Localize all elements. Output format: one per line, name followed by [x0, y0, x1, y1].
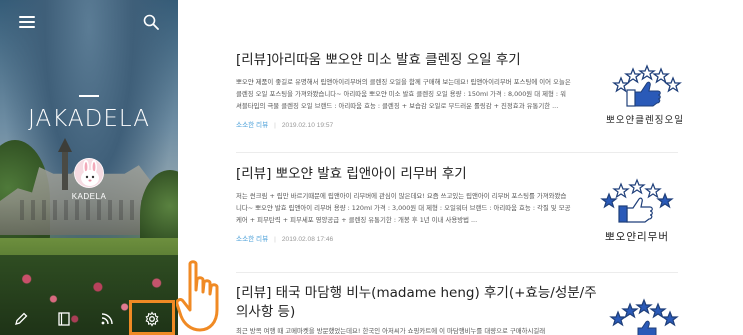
- blog-sidebar: JAKADELA KADELA: [0, 0, 178, 335]
- post-divider: [236, 272, 678, 273]
- thumbs-up-stars-icon: [609, 298, 679, 335]
- post-title[interactable]: [리뷰] 태국 마담행 비누(madame heng) 후기(+효능/성분/주의…: [236, 284, 606, 322]
- background-tower: [58, 138, 72, 190]
- post-thumbnail[interactable]: 뽀오얀클렌징오일: [605, 64, 685, 134]
- post-thumbnail[interactable]: [604, 298, 684, 335]
- settings-highlight-box: [129, 300, 175, 335]
- thumbs-up-stars-icon: [612, 64, 682, 107]
- thumbnail-caption: 뽀오얀클렌징오일: [606, 115, 684, 126]
- profile-name: KADELA: [71, 192, 107, 201]
- post-excerpt: 저는 썬크림 + 립만 바르기때문에 립앤아이 리무버에 관심이 많은데요! 요…: [236, 192, 571, 224]
- book-icon[interactable]: [56, 311, 72, 327]
- post-excerpt: 뽀오얀 제품이 좋길로 유명해서 립앤아이리무버의 클렌징 오일을 함께 구매해…: [236, 78, 571, 110]
- avatar[interactable]: [74, 158, 104, 188]
- thumbs-up-stars-icon: [600, 178, 674, 223]
- pencil-icon[interactable]: [13, 311, 29, 327]
- thumbnail-caption: 뽀오얀리무버: [605, 231, 669, 243]
- post-category[interactable]: 소소한 리뷰: [236, 236, 268, 243]
- blog-title[interactable]: JAKADELA: [0, 106, 178, 132]
- post-category[interactable]: 소소한 리뷰: [236, 122, 268, 129]
- background-palace-windows: [20, 200, 160, 220]
- pointing-hand-icon: [176, 260, 219, 332]
- post-divider: [236, 152, 678, 153]
- title-divider: [79, 95, 99, 97]
- post-excerpt: 최근 방콕 여행 때 고메마켓을 방문했었는데요! 한국인 아저씨가 쇼핑카트에…: [236, 327, 546, 335]
- search-icon[interactable]: [143, 14, 159, 30]
- post-date: 2019.02.10 19:57: [281, 122, 334, 129]
- rss-icon[interactable]: [99, 311, 115, 327]
- menu-icon[interactable]: [19, 16, 35, 29]
- post-thumbnail[interactable]: 뽀오얀리무버: [597, 178, 677, 248]
- post-date: 2019.02.08 17:46: [281, 236, 334, 243]
